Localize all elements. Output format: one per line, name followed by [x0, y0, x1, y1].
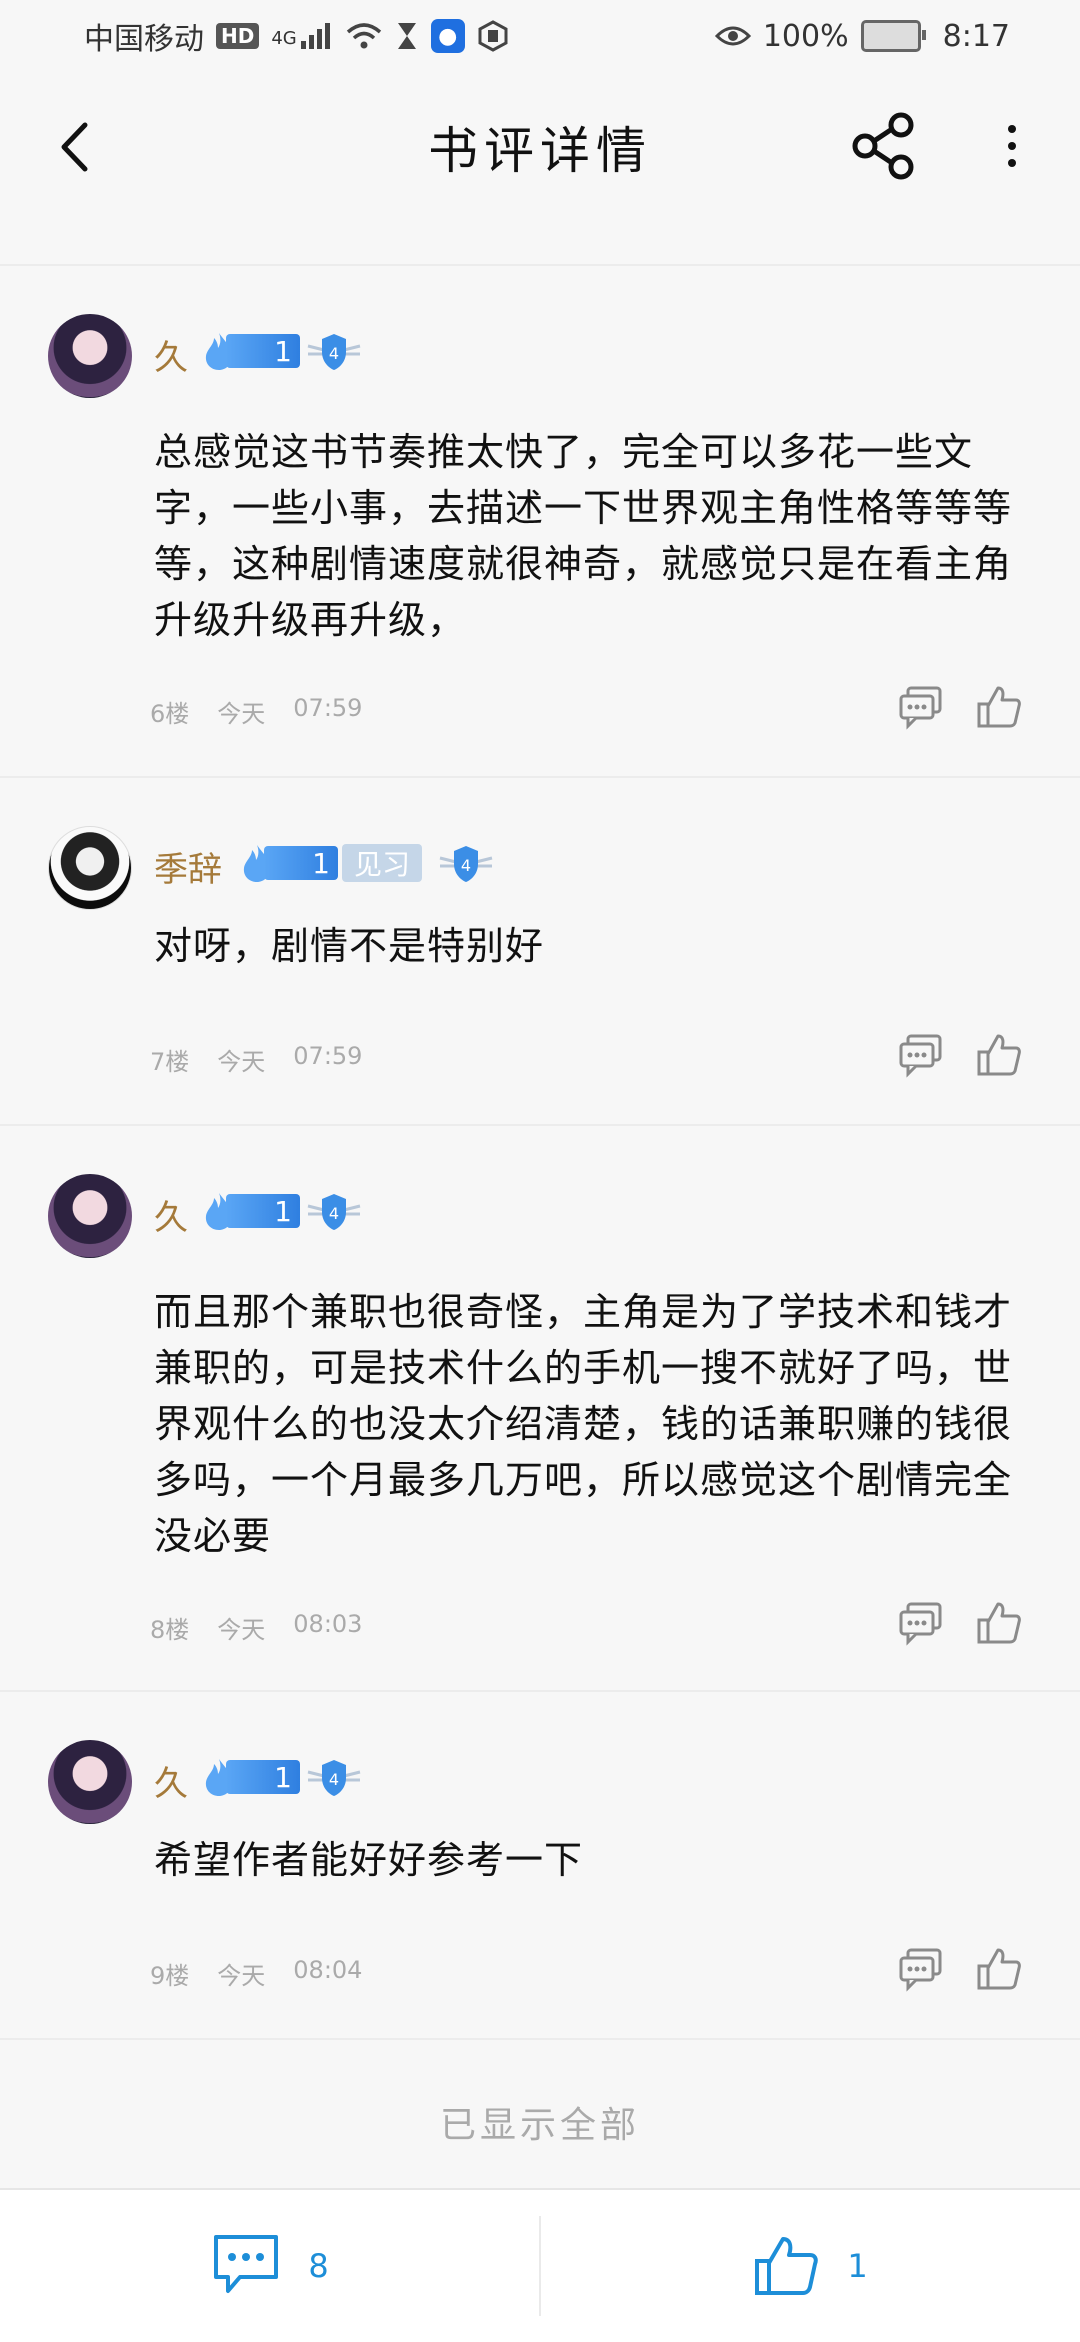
username[interactable]: 久: [154, 1190, 188, 1239]
username[interactable]: 季辞: [154, 842, 222, 891]
username[interactable]: 久: [154, 330, 188, 379]
chevron-left-icon: [61, 122, 88, 172]
level-badge: 1: [202, 1192, 300, 1230]
all-shown-label: 已显示全部: [439, 2105, 640, 2146]
bulb-icon: ●: [430, 19, 465, 53]
battery-percent: 100%: [762, 18, 849, 54]
level-badge: 1: [202, 1758, 300, 1796]
svg-text:4: 4: [461, 856, 471, 875]
level-badge: 1: [202, 332, 300, 370]
avatar[interactable]: [48, 1174, 132, 1258]
back-button[interactable]: [44, 112, 104, 182]
svg-text:4: 4: [329, 1770, 339, 1789]
floor-label: 9楼: [150, 1962, 190, 1990]
page-title: 书评详情: [428, 122, 652, 180]
comment-text: 总感觉这书节奏推太快了，完全可以多花一些文字，一些小事，去描述一下世界观主角性格…: [154, 430, 1013, 642]
like-icon[interactable]: [976, 684, 1022, 730]
shield-badge-icon: 4: [436, 842, 496, 886]
day-label: 今天: [217, 700, 266, 728]
bottom-action-bar: 8 1: [0, 2188, 1080, 2342]
carrier-label: 中国移动: [84, 22, 204, 57]
svg-text:4: 4: [329, 1204, 339, 1223]
eye-icon: [714, 26, 751, 46]
wifi-icon: [346, 23, 381, 49]
day-label: 今天: [217, 1616, 266, 1644]
status-bar: 中国移动 HD 4G ● 100% 8:17: [0, 0, 1080, 72]
reply-icon[interactable]: [898, 1032, 944, 1078]
shield-badge-icon: 4: [304, 1190, 364, 1234]
thumbs-up-icon: [755, 2237, 819, 2295]
comment-item: 久 1 4 而且那个兼职也很奇怪，主角是为了学技术和钱才兼职的，可是技术什么的手…: [0, 1126, 1080, 1692]
comment-icon: [214, 2235, 279, 2293]
shield-badge-icon: 4: [304, 1756, 364, 1800]
reply-icon[interactable]: [898, 1946, 944, 1992]
app-header: 书评详情: [0, 72, 1080, 222]
time-label: 08:03: [293, 1610, 363, 1638]
day-label: 今天: [217, 1962, 266, 1990]
hand-icon: [478, 20, 508, 52]
level-badge: 1: [240, 844, 338, 882]
like-icon[interactable]: [976, 1600, 1022, 1646]
comment-meta: 6楼 今天 07:59: [150, 694, 362, 729]
like-icon[interactable]: [976, 1032, 1022, 1078]
comment-item: 久 1 4 希望作者能好好参考一下 9楼 今天 08:04: [0, 1692, 1080, 2040]
floor-label: 8楼: [150, 1616, 190, 1644]
share-icon: [852, 112, 914, 180]
time-label: 07:59: [293, 1042, 363, 1070]
like-count: 1: [847, 2247, 868, 2285]
avatar[interactable]: [48, 1740, 132, 1824]
rank-tag: 见习: [342, 844, 423, 882]
comment-button[interactable]: 8: [0, 2190, 539, 2342]
like-icon[interactable]: [976, 1946, 1022, 1992]
hourglass-icon: [397, 23, 416, 49]
comment-meta: 9楼 今天 08:04: [150, 1956, 362, 1991]
avatar[interactable]: [48, 826, 132, 910]
hd-badge: HD: [216, 23, 260, 49]
day-label: 今天: [217, 1048, 266, 1076]
comment-text: 对呀，剧情不是特别好: [154, 924, 545, 968]
floor-label: 7楼: [150, 1048, 190, 1076]
shield-badge-icon: 4: [304, 330, 364, 374]
clock: 8:17: [942, 18, 1010, 54]
comment-text: 而且那个兼职也很奇怪，主角是为了学技术和钱才兼职的，可是技术什么的手机一搜不就好…: [154, 1290, 1013, 1558]
comment-item: 久 1 4 总感觉这书节奏推太快了，完全可以多花一些文字，一些小事，去描述一下世…: [0, 266, 1080, 778]
comment-text: 希望作者能好好参考一下: [154, 1838, 584, 1882]
like-button[interactable]: 1: [541, 2190, 1080, 2342]
comment-meta: 8楼 今天 08:03: [150, 1610, 362, 1645]
time-label: 07:59: [293, 694, 363, 722]
comment-item: 季辞 1 见习 4 对呀，剧情不是特别好 7楼 今天 07:59: [0, 778, 1080, 1126]
battery-icon: [860, 20, 926, 52]
signal-icon: [300, 23, 330, 49]
avatar[interactable]: [48, 314, 132, 398]
username[interactable]: 久: [154, 1756, 188, 1805]
comment-count: 8: [308, 2247, 329, 2285]
share-button[interactable]: [846, 108, 922, 184]
svg-text:4: 4: [329, 344, 339, 363]
more-options-button[interactable]: [990, 108, 1034, 184]
reply-icon[interactable]: [898, 1600, 944, 1646]
time-label: 08:04: [293, 1956, 363, 1984]
reply-icon[interactable]: [898, 684, 944, 730]
network-label: 4G: [271, 28, 297, 49]
floor-label: 6楼: [150, 700, 190, 728]
comment-meta: 7楼 今天 07:59: [150, 1042, 362, 1077]
